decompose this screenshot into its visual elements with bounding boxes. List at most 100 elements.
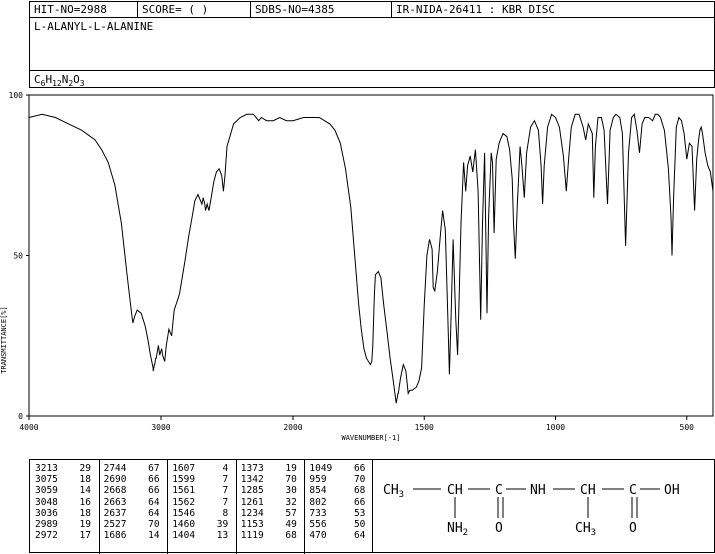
peak-row: 3213 29 — [35, 463, 91, 474]
peak-transmittance: 4 — [222, 463, 229, 474]
peak-transmittance: 66 — [353, 496, 366, 508]
peak-wavenumber: 1460 — [172, 518, 196, 530]
structure-ch3-left: CH3 — [383, 483, 404, 500]
peak-transmittance: 66 — [148, 474, 160, 486]
peak-column-divider — [304, 460, 306, 554]
peak-wavenumber: 2668 — [103, 485, 127, 497]
peak-transmittance: 7 — [222, 485, 229, 497]
peak-row: 1561 7 — [172, 485, 228, 496]
peak-column-divider — [98, 460, 100, 554]
structure-ch-alpha2: CH — [580, 483, 596, 498]
peak-transmittance: 53 — [353, 507, 366, 519]
structure-oh: OH — [664, 483, 680, 498]
peak-wavenumber: 2744 — [103, 463, 127, 474]
peak-transmittance: 18 — [79, 474, 91, 486]
peak-row: 3036 18 — [35, 508, 91, 519]
peak-wavenumber: 2637 — [103, 507, 127, 519]
peak-row: 1686 14 — [104, 530, 160, 541]
peak-row: 802 66 — [309, 497, 365, 508]
peak-row: 959 70 — [309, 474, 365, 485]
formula-element: C — [34, 73, 41, 86]
ir-nida: IR-NIDA-26411 : KBR DISC — [396, 3, 555, 16]
peak-row: 1562 7 — [172, 497, 228, 508]
peak-transmittance: 14 — [148, 530, 160, 542]
hit-no: HIT-NO=2988 — [34, 3, 107, 16]
peak-row: 2637 64 — [104, 508, 160, 519]
peak-wavenumber: 3036 — [35, 507, 58, 519]
peak-row: 1234 57 — [241, 508, 297, 519]
peak-wavenumber: 1404 — [172, 530, 196, 542]
peak-wavenumber: 2989 — [35, 518, 58, 530]
peak-transmittance: 66 — [148, 485, 160, 497]
peak-column: 1607 4 1599 7 1561 7 1562 7 1546 8 1460 39 1404 13 — [172, 463, 228, 541]
peak-wavenumber: 1373 — [240, 463, 264, 474]
peak-wavenumber: 802 — [309, 496, 327, 508]
peak-wavenumber: 1153 — [240, 518, 264, 530]
peak-row: 2690 66 — [104, 474, 160, 485]
peak-transmittance: 32 — [285, 496, 297, 508]
x-tick-label: 4000 — [19, 423, 38, 432]
peak-transmittance: 68 — [353, 485, 366, 497]
peak-row: 1607 4 — [172, 463, 228, 474]
peak-column-divider — [235, 460, 237, 554]
peak-transmittance: 70 — [148, 518, 160, 530]
peak-wavenumber: 1234 — [240, 507, 264, 519]
peak-transmittance: 29 — [79, 463, 91, 474]
header-row: HIT-NO=2988 SCORE= ( ) SDBS-NO=4385 IR-N… — [29, 1, 715, 18]
peak-wavenumber: 2690 — [103, 474, 127, 486]
x-tick-label: 3000 — [151, 423, 170, 432]
x-tick-label: 1000 — [546, 423, 565, 432]
peak-row: 2527 70 — [104, 519, 160, 530]
peak-transmittance: 68 — [285, 530, 297, 542]
structure-ch3-bottom: CH3 — [575, 521, 596, 538]
peak-wavenumber: 854 — [309, 485, 327, 497]
peak-wavenumber: 3213 — [35, 463, 58, 474]
peak-row: 854 68 — [309, 485, 365, 496]
peak-transmittance: 66 — [353, 463, 366, 474]
peak-row: 3048 16 — [35, 497, 91, 508]
formula-subscript: 3 — [79, 79, 85, 89]
structure-o1: O — [495, 521, 503, 536]
peak-wavenumber: 556 — [309, 518, 327, 530]
axis-ticks: 4000 3000 2000 1500 1000 500 0 50 100 — [9, 91, 695, 432]
x-axis-label: WAVENUMBER[-1] — [341, 434, 400, 442]
peak-wavenumber: 1546 — [172, 507, 196, 519]
peak-wavenumber: 1342 — [240, 474, 264, 486]
peak-wavenumber: 1049 — [309, 463, 333, 474]
compound-name: L-ALANYL-L-ALANINE — [34, 20, 154, 33]
plot-frame — [28, 94, 714, 417]
peak-transmittance: 13 — [216, 530, 229, 542]
peak-transmittance: 7 — [222, 496, 229, 508]
peak-transmittance: 57 — [285, 507, 297, 519]
peak-transmittance: 67 — [148, 463, 160, 474]
peak-transmittance: 70 — [353, 474, 366, 486]
structure-carbonyl-c1: C — [495, 483, 503, 498]
peak-wavenumber: 2663 — [103, 496, 127, 508]
peak-row: 1261 32 — [241, 497, 297, 508]
peak-row: 1546 8 — [172, 508, 228, 519]
peak-transmittance: 50 — [353, 518, 366, 530]
bottom-panel: 3213 29 3075 18 3059 14 3048 16 3036 18 2989 19 2972… — [29, 459, 715, 554]
peak-wavenumber: 1599 — [172, 474, 196, 486]
y-tick-label: 50 — [13, 252, 23, 261]
peak-wavenumber: 1562 — [172, 496, 196, 508]
peak-row: 1404 13 — [172, 530, 228, 541]
peak-row: 1373 19 — [241, 463, 297, 474]
formula-divider — [30, 70, 714, 71]
peak-row: 1153 49 — [241, 519, 297, 530]
peak-wavenumber: 470 — [309, 530, 327, 542]
peak-transmittance: 64 — [148, 507, 160, 519]
peak-row: 1342 70 — [241, 474, 297, 485]
x-tick-label: 500 — [680, 423, 695, 432]
peak-row: 3075 18 — [35, 474, 91, 485]
peak-transmittance: 18 — [79, 507, 91, 519]
y-tick-label: 100 — [9, 91, 24, 100]
peak-column: 3213 29 3075 18 3059 14 3048 16 3036 18 2989 19 2972… — [35, 463, 91, 541]
spectrum-line — [28, 113, 714, 404]
peak-transmittance: 16 — [79, 496, 91, 508]
structure-carbonyl-c2: C — [629, 483, 637, 498]
peak-wavenumber: 2527 — [103, 518, 127, 530]
peak-row: 2972 17 — [35, 530, 91, 541]
formula-element: O — [73, 73, 80, 86]
peak-row: 470 64 — [309, 530, 365, 541]
